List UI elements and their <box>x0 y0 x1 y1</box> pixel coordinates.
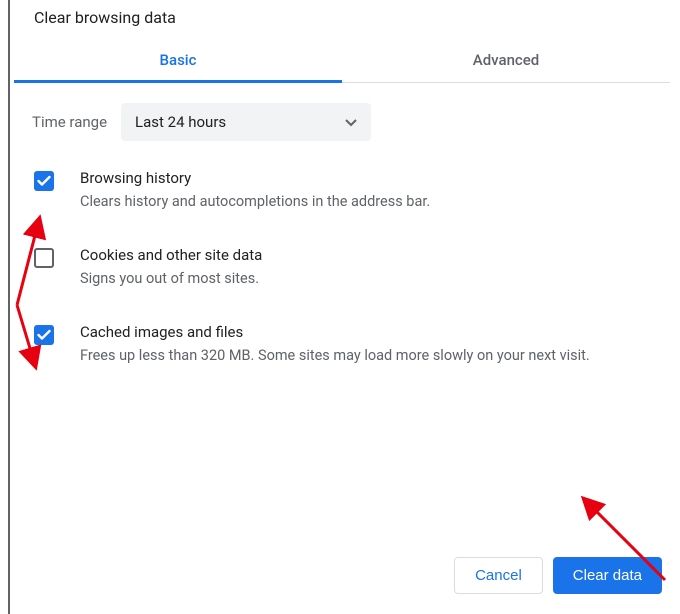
option-title: Cached images and files <box>80 323 658 341</box>
time-range-selected: Last 24 hours <box>135 113 226 131</box>
time-range-select[interactable]: Last 24 hours <box>121 103 371 141</box>
time-range-label: Time range <box>32 113 107 131</box>
option-cookies: Cookies and other site data Signs you ou… <box>32 246 658 289</box>
tab-basic[interactable]: Basic <box>14 37 342 82</box>
option-texts: Cookies and other site data Signs you ou… <box>80 246 658 289</box>
option-desc: Signs you out of most sites. <box>80 268 658 289</box>
option-desc: Frees up less than 320 MB. Some sites ma… <box>80 345 658 366</box>
check-icon <box>37 329 51 341</box>
clear-data-button[interactable]: Clear data <box>553 557 662 594</box>
option-texts: Cached images and files Frees up less th… <box>80 323 658 366</box>
checkbox-cached[interactable] <box>34 325 54 345</box>
checkbox-browsing-history[interactable] <box>34 171 54 191</box>
checkbox-cookies[interactable] <box>34 248 54 268</box>
tab-advanced-label: Advanced <box>473 51 539 69</box>
option-texts: Browsing history Clears history and auto… <box>80 169 658 212</box>
option-cached: Cached images and files Frees up less th… <box>32 323 658 366</box>
tab-advanced[interactable]: Advanced <box>342 37 670 82</box>
tab-basic-label: Basic <box>160 51 197 69</box>
check-icon <box>37 175 51 187</box>
option-title: Browsing history <box>80 169 658 187</box>
tab-bar: Basic Advanced <box>14 37 670 83</box>
clear-data-button-label: Clear data <box>573 567 642 584</box>
dialog-title: Clear browsing data <box>10 0 680 37</box>
option-desc: Clears history and autocompletions in th… <box>80 191 658 212</box>
clear-browsing-data-dialog: Clear browsing data Basic Advanced Time … <box>8 0 680 614</box>
option-title: Cookies and other site data <box>80 246 658 264</box>
option-browsing-history: Browsing history Clears history and auto… <box>32 169 658 212</box>
dialog-footer: Cancel Clear data <box>10 543 680 614</box>
cancel-button[interactable]: Cancel <box>454 557 543 594</box>
chevron-down-icon <box>345 113 357 131</box>
cancel-button-label: Cancel <box>475 567 522 584</box>
dialog-body: Time range Last 24 hours Browsing histor… <box>10 83 680 543</box>
time-range-row: Time range Last 24 hours <box>32 103 658 141</box>
